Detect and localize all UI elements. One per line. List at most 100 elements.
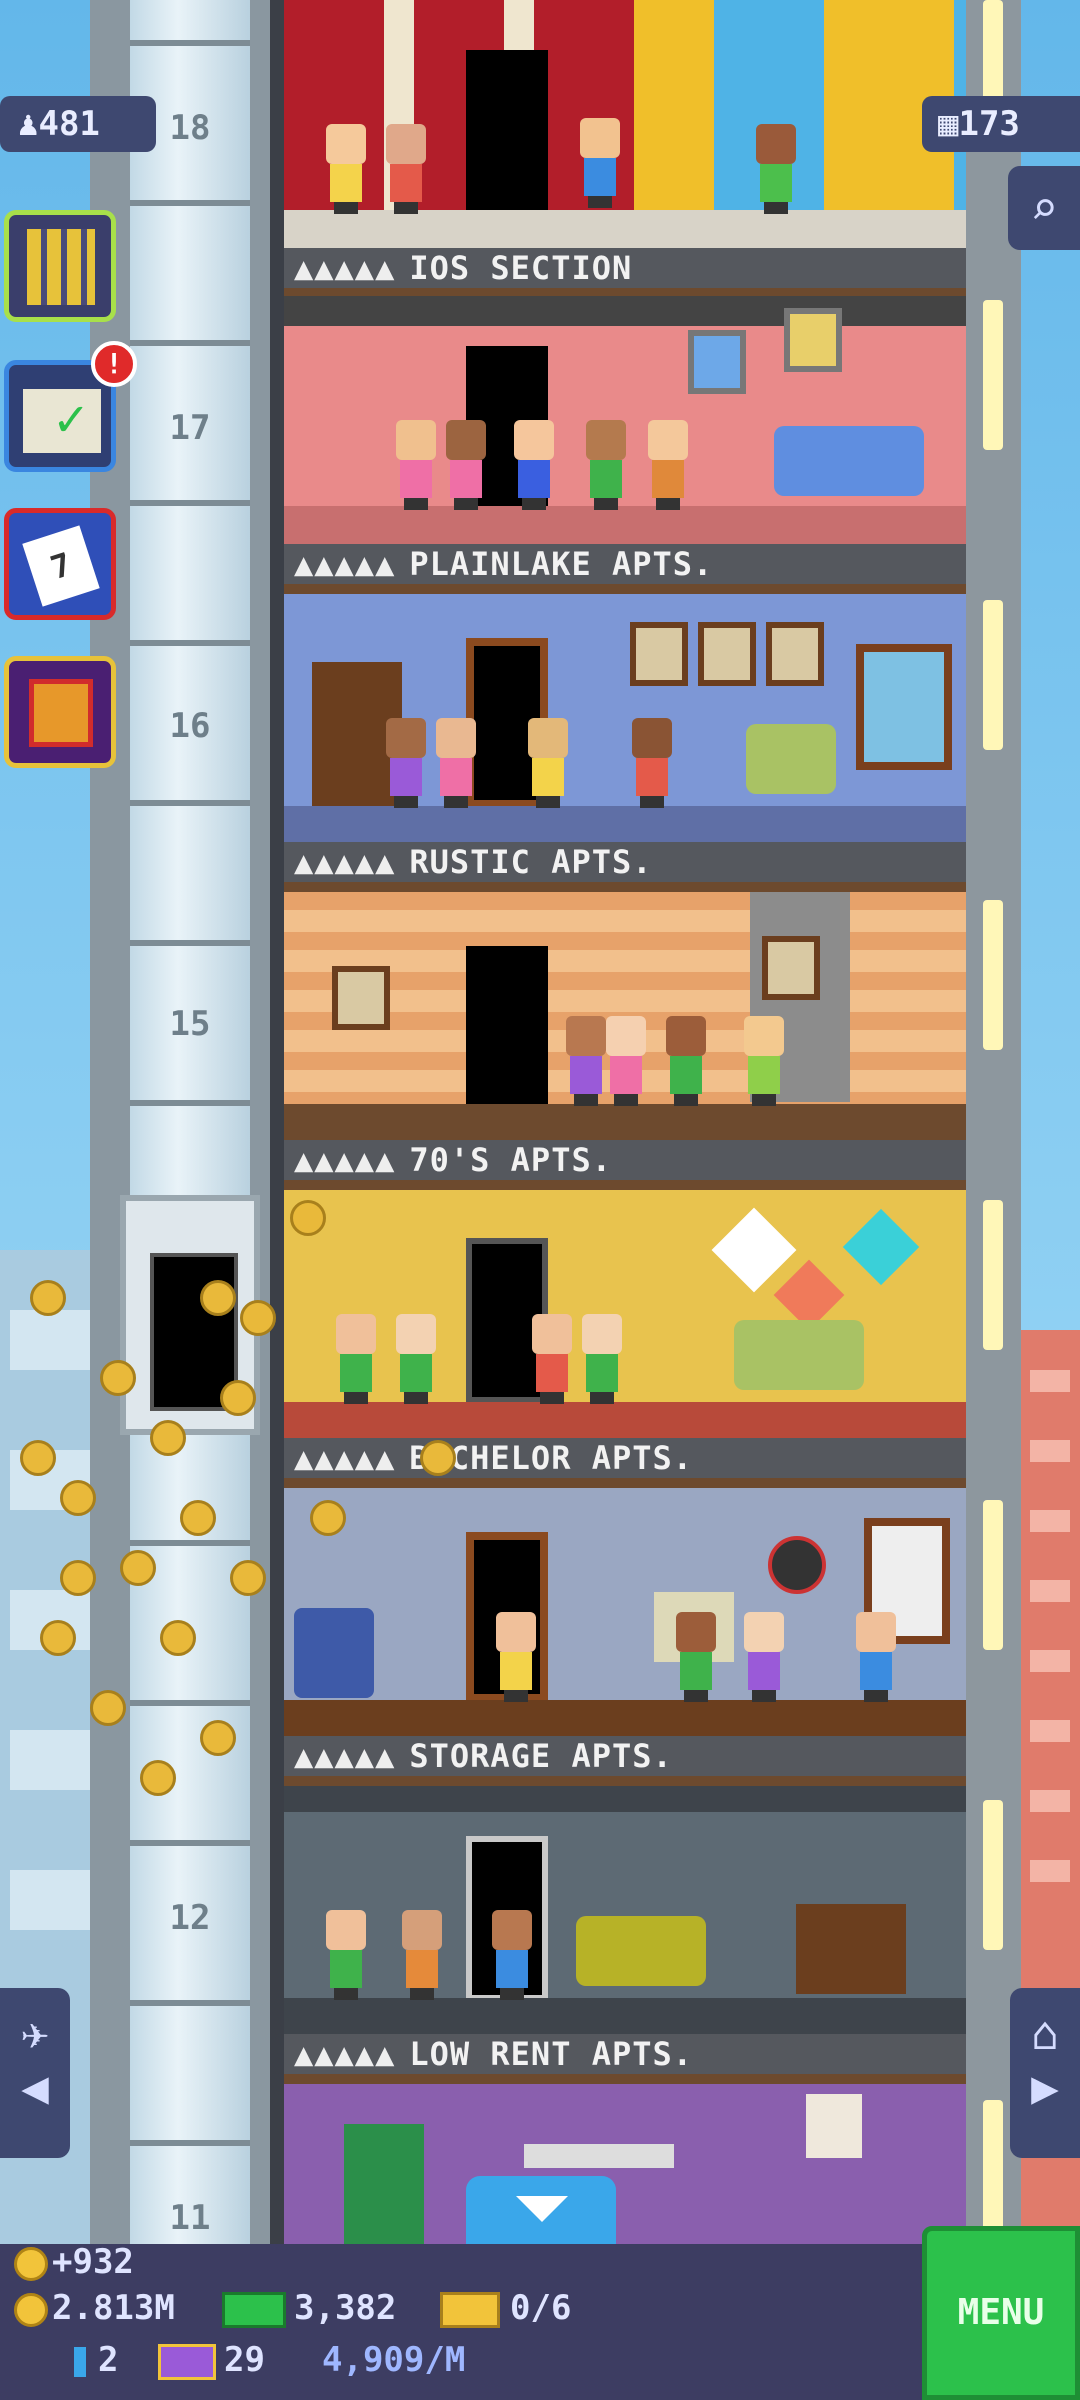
tower-bux-counter[interactable]: 2 [74, 2340, 118, 2380]
bitizen[interactable] [674, 1612, 718, 1702]
bitizen[interactable] [512, 420, 556, 510]
bitizen[interactable] [324, 124, 368, 214]
bitizen[interactable] [530, 1314, 574, 1404]
chevron-down-icon [516, 2196, 568, 2222]
bitizen[interactable] [384, 124, 428, 214]
population-value: 481 [38, 104, 100, 144]
population-counter[interactable]: ♟481 [0, 96, 156, 152]
room-interior [284, 594, 966, 842]
bitizen[interactable] [384, 718, 428, 808]
bux-counter[interactable]: ▦173 [922, 96, 1080, 152]
checkmark-icon: ✓ [55, 389, 87, 449]
floor-ios-section[interactable]: ▲▲▲▲▲ IOS SECTION [284, 0, 966, 300]
floor-label: ▲▲▲▲▲ IOS SECTION [284, 248, 966, 288]
wall-picture [766, 622, 824, 686]
bitizen[interactable] [742, 1612, 786, 1702]
next-tower-button[interactable]: ⌂ ▶ [1010, 1988, 1080, 2158]
wall-decor [842, 1208, 920, 1286]
bitizen[interactable] [394, 420, 438, 510]
coin-icon [14, 2292, 48, 2327]
bux-total[interactable]: 3,382 [222, 2288, 396, 2328]
floor-number-11: 11 [169, 2198, 211, 2238]
wall-picture [688, 330, 746, 394]
bitizen[interactable] [580, 1314, 624, 1404]
wall-poster [806, 2094, 862, 2158]
bitizen[interactable] [754, 124, 798, 214]
bitizen[interactable] [444, 420, 488, 510]
floor-number-17: 17 [169, 408, 211, 448]
bux-icon [222, 2291, 286, 2328]
menu-button[interactable]: MENU [922, 2226, 1080, 2400]
bitizen[interactable] [334, 1314, 378, 1404]
bitizen[interactable] [646, 420, 690, 510]
calendar-button[interactable]: 7 [4, 508, 116, 620]
arrow-right-icon: ▶ [1031, 2060, 1059, 2114]
floor-rustic-apts[interactable]: ▲▲▲▲▲ RUSTIC APTS. [284, 594, 966, 894]
status-hud: +932 2.813M 3,382 0/6 2 29 4,909/M [0, 2242, 930, 2400]
room-interior [284, 1190, 966, 1438]
floor-label: ▲▲▲▲▲ PLAINLAKE APTS. [284, 544, 966, 584]
floor-plainlake-apts[interactable]: ▲▲▲▲▲ PLAINLAKE APTS. [284, 296, 966, 596]
floor-label: ▲▲▲▲▲ LOW RENT APTS. [284, 2034, 966, 2074]
room-interior [284, 1786, 966, 2034]
bitizen[interactable] [742, 1016, 786, 1106]
bitizen[interactable] [630, 718, 674, 808]
floor-number-16: 16 [169, 706, 211, 746]
bitizen[interactable] [490, 1910, 534, 2000]
notification-badge: ! [91, 341, 137, 387]
floor-door [466, 946, 548, 1111]
arrow-left-icon: ◀ [21, 2060, 49, 2114]
bitizen[interactable] [494, 1612, 538, 1702]
room-interior [284, 296, 966, 544]
bitizen[interactable] [526, 718, 570, 808]
bitizen[interactable] [324, 1910, 368, 2000]
bux-value: 173 [958, 104, 1020, 144]
floor-70s-apts[interactable]: ▲▲▲▲▲ 70'S APTS. [284, 892, 966, 1192]
bitizen[interactable] [604, 1016, 648, 1106]
room-interior [284, 892, 966, 1140]
floor-door [344, 2124, 424, 2244]
previous-tower-button[interactable]: ✈ ◀ [0, 1988, 70, 2158]
bitizen[interactable] [854, 1612, 898, 1702]
floor-bachelor-apts[interactable]: ▲▲▲▲▲ BACHELOR APTS. [284, 1190, 966, 1490]
floor-label: ▲▲▲▲▲ 70'S APTS. [284, 1140, 966, 1180]
scroll-down-button[interactable] [466, 2176, 616, 2246]
floor-label: ▲▲▲▲▲ BACHELOR APTS. [284, 1438, 966, 1478]
golden-ticket-counter[interactable]: 29 [158, 2340, 265, 2380]
build-floor-button[interactable] [4, 210, 116, 322]
income-rate: 4,909/M [322, 2340, 466, 2380]
wall-picture [784, 308, 842, 372]
person-icon: ♟ [18, 104, 39, 144]
room-interior [284, 1488, 966, 1736]
bitizen[interactable] [394, 1314, 438, 1404]
bitizen[interactable] [400, 1910, 444, 2000]
bitizen[interactable] [564, 1016, 608, 1106]
bitizen[interactable] [664, 1016, 708, 1106]
couch [734, 1320, 864, 1390]
tower-bux-icon [74, 2346, 86, 2377]
golden-ticket-icon [158, 2343, 216, 2380]
wall-picture [762, 936, 820, 1000]
bitizen[interactable] [584, 420, 628, 510]
floor-low-rent-apts[interactable]: ▲▲▲▲▲ LOW RENT APTS. [284, 1786, 966, 2086]
gift-icon [29, 679, 93, 747]
building-icon: ▦ [938, 104, 959, 144]
gift-button[interactable] [4, 656, 116, 768]
vip-counter[interactable]: 0/6 [440, 2288, 571, 2328]
wall-picture [332, 966, 390, 1030]
dartboard [768, 1536, 826, 1594]
missions-button[interactable]: ✓ ! [4, 341, 137, 472]
bitizen[interactable] [434, 718, 478, 808]
floor-door [466, 50, 548, 215]
tower-right-wall [965, 0, 1021, 2250]
floor-number-15: 15 [169, 1004, 211, 1044]
floor-number-12: 12 [169, 1898, 211, 1938]
floor-storage-apts[interactable]: ▲▲▲▲▲ STORAGE APTS. [284, 1488, 966, 1788]
coins-total[interactable]: 2.813M [14, 2288, 175, 2328]
floor-11-partial[interactable] [284, 2084, 966, 2244]
room-interior [284, 2084, 966, 2244]
bitizen[interactable] [578, 118, 622, 208]
floor-number-18: 18 [169, 108, 211, 148]
search-button[interactable]: ⌕ [1008, 166, 1080, 250]
couch [576, 1916, 706, 1986]
